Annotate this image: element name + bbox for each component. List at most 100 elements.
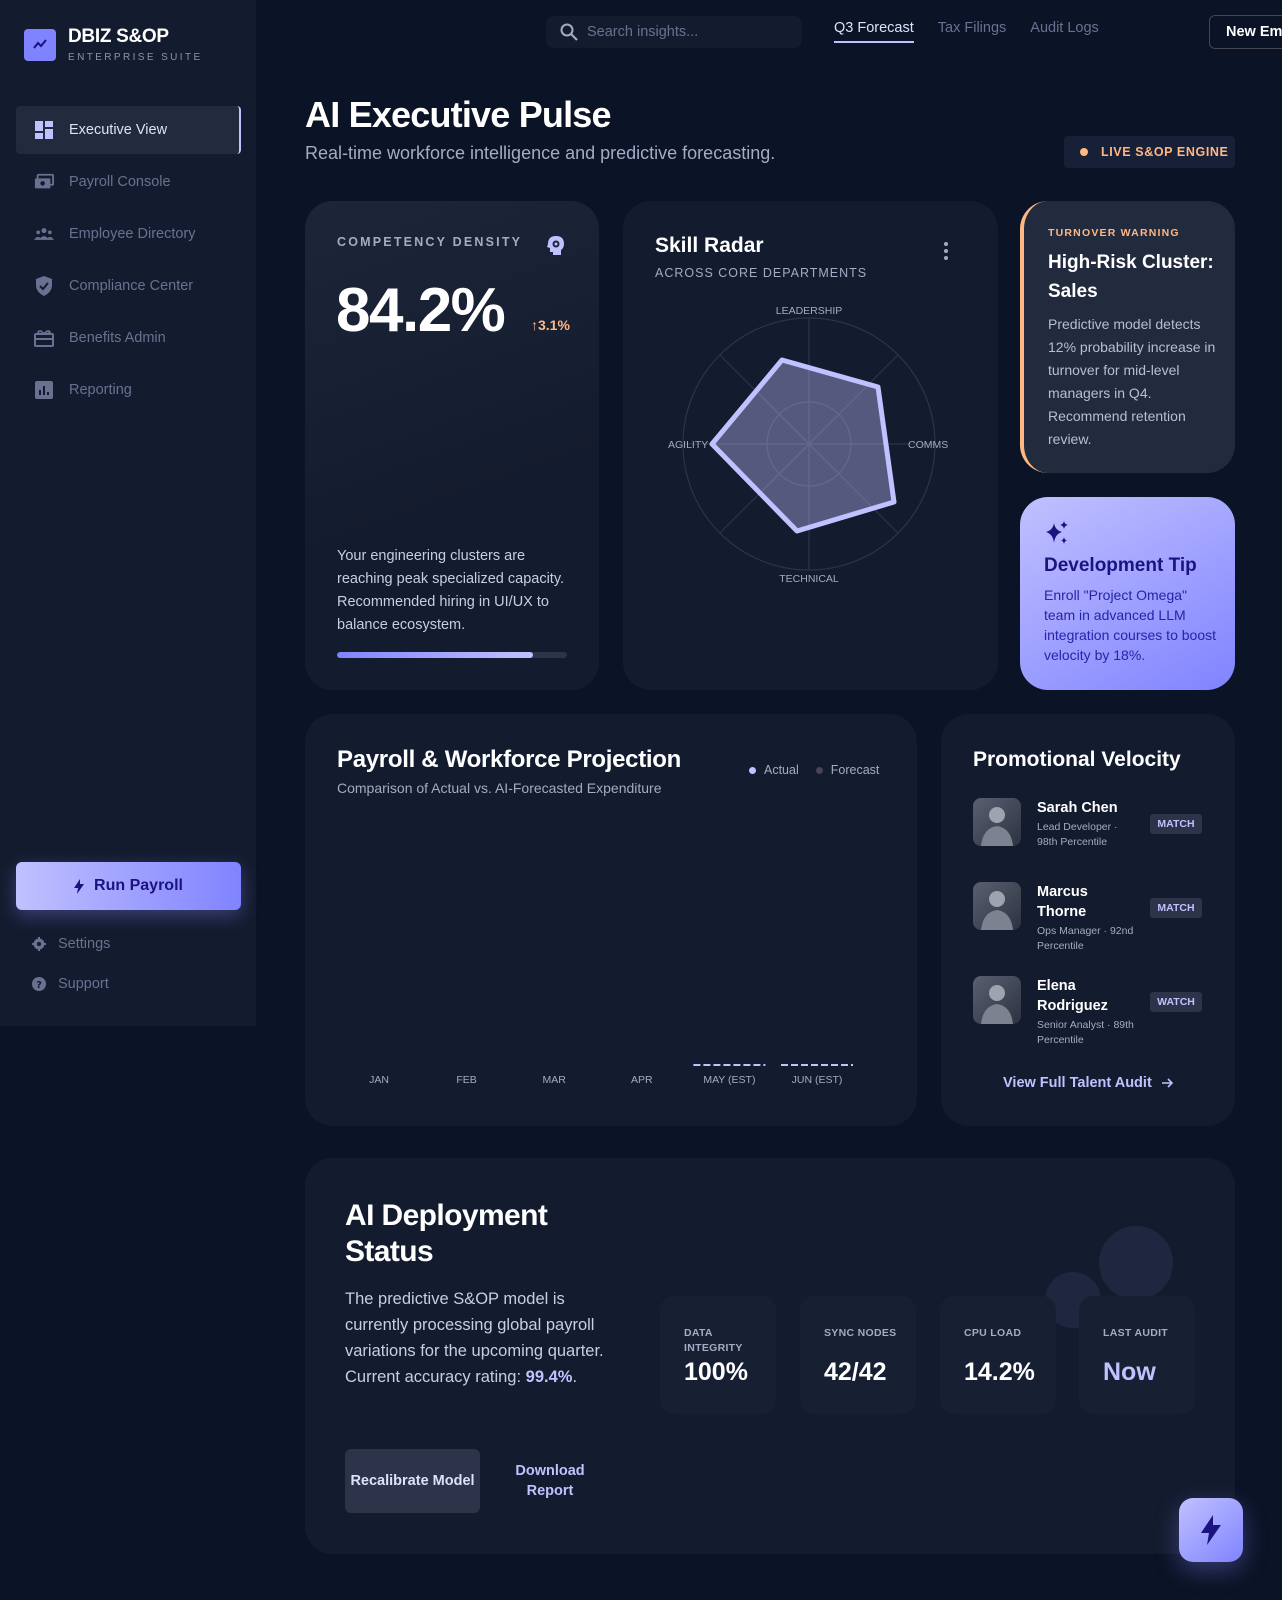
stat-label: DATA INTEGRITY — [684, 1327, 743, 1354]
x-tick-label: MAR — [543, 1074, 567, 1086]
page-subtitle: Real-time workforce intelligence and pre… — [305, 143, 776, 163]
recalibrate-model-button[interactable]: Recalibrate Model — [345, 1449, 480, 1513]
sidebar-item-reporting[interactable]: Reporting — [16, 366, 241, 414]
radar-axis-label: TECHNICAL — [779, 573, 839, 585]
sidebar-item-payroll-console[interactable]: Payroll Console — [16, 158, 241, 206]
bar-chart-icon — [24, 28, 56, 61]
gift-icon — [34, 328, 54, 348]
skill-radar-card: Skill Radar ACROSS CORE DEPARTMENTS LEAD… — [623, 201, 998, 690]
x-tick-label: MAY (EST) — [703, 1074, 755, 1086]
search-icon — [560, 23, 578, 41]
avatar — [973, 976, 1021, 1024]
decorative-circle — [1099, 1226, 1173, 1300]
promotional-velocity-card: Promotional Velocity Sarah Chen Lead Dev… — [941, 714, 1235, 1126]
promo-title: Promotional Velocity — [973, 748, 1181, 771]
radar-chart: LEADERSHIP COMMS TECHNICAL AGILITY — [668, 305, 948, 585]
sidebar-item-compliance-center[interactable]: Compliance Center — [16, 262, 241, 310]
sidebar-item-label: Compliance Center — [69, 278, 194, 294]
radar-skill-polygon — [709, 357, 897, 534]
support-label: Support — [58, 976, 109, 992]
tip-text: Enroll "Project Omega" team in advanced … — [1044, 587, 1216, 663]
ai-deployment-card: AI Deployment Status The predictive S&OP… — [305, 1158, 1235, 1554]
settings-link[interactable]: Settings — [32, 936, 110, 952]
gear-icon — [32, 937, 46, 951]
x-tick-label: FEB — [456, 1074, 476, 1086]
tab-audit-logs[interactable]: Audit Logs — [1030, 20, 1099, 43]
sidebar: DBIZ S&OP ENTERPRISE SUITE Executive Vie… — [0, 0, 256, 1026]
brand-name: DBIZ S&OP — [68, 26, 169, 47]
x-tick-label: JUN (EST) — [792, 1074, 843, 1086]
deployment-text: The predictive S&OP model is currently p… — [345, 1286, 620, 1390]
radar-axis-label: COMMS — [908, 439, 948, 451]
tip-title: Development Tip — [1044, 555, 1197, 576]
sidebar-item-executive-view[interactable]: Executive View — [16, 106, 241, 154]
deployment-title: AI Deployment Status — [345, 1199, 548, 1268]
status-badge: MATCH — [1150, 814, 1202, 834]
radar-axis-label: LEADERSHIP — [776, 305, 843, 317]
person-name: Elena Rodriguez — [1037, 978, 1108, 1014]
turnover-warning-card: TURNOVER WARNING High-Risk Cluster: Sale… — [1020, 201, 1235, 473]
payroll-projection-card: Payroll & Workforce Projection Compariso… — [305, 714, 917, 1126]
arrow-up-icon: ↑ — [531, 317, 538, 333]
accuracy-value: 99.4% — [525, 1368, 573, 1386]
brand[interactable]: DBIZ S&OP ENTERPRISE SUITE — [24, 26, 203, 63]
turnover-text: Predictive model detects 12% probability… — [1048, 316, 1216, 447]
sidebar-item-employee-directory[interactable]: Employee Directory — [16, 210, 241, 258]
person-role: Lead Developer · 98th Percentile — [1037, 821, 1118, 848]
download-report-button[interactable]: Download Report — [500, 1449, 600, 1513]
sidebar-item-label: Employee Directory — [69, 226, 196, 242]
x-tick-label: APR — [631, 1074, 653, 1086]
sparkle-icon — [1044, 521, 1070, 547]
person-role: Senior Analyst · 89th Percentile — [1037, 1019, 1134, 1046]
x-tick-label: JAN — [369, 1074, 389, 1086]
sidebar-item-label: Reporting — [69, 382, 132, 398]
sidebar-item-label: Payroll Console — [69, 174, 171, 190]
stat-value: 42/42 — [824, 1358, 887, 1386]
deployment-text-end: . — [572, 1368, 578, 1386]
quick-action-button[interactable] — [1179, 1498, 1243, 1562]
bolt-icon — [74, 878, 85, 894]
search-input[interactable]: Search insights... — [546, 16, 802, 48]
competency-label: COMPETENCY DENSITY — [337, 235, 523, 249]
live-engine-label: LIVE S&OP ENGINE — [1101, 145, 1229, 159]
top-bar: Search insights... Q3 Forecast Tax Filin… — [256, 0, 1282, 64]
stat-cpu-load: CPU LOAD 14.2% — [940, 1296, 1056, 1414]
stat-last-audit: LAST AUDIT Now — [1079, 1296, 1195, 1414]
top-tabs: Q3 Forecast Tax Filings Audit Logs — [834, 20, 1123, 43]
help-icon: ? — [32, 977, 46, 991]
search-placeholder: Search insights... — [587, 24, 699, 40]
competency-value: 84.2% — [336, 276, 506, 345]
sidebar-item-benefits-admin[interactable]: Benefits Admin — [16, 314, 241, 362]
brand-subtitle: ENTERPRISE SUITE — [68, 52, 203, 63]
tab-q3-forecast[interactable]: Q3 Forecast — [834, 20, 914, 43]
run-payroll-button[interactable]: Run Payroll — [16, 862, 241, 910]
psychology-icon — [545, 234, 567, 256]
turnover-title: High-Risk Cluster: Sales — [1048, 252, 1214, 302]
arrow-right-icon — [1161, 1077, 1174, 1089]
live-engine-badge: LIVE S&OP ENGINE — [1064, 136, 1235, 168]
svg-text:?: ? — [36, 980, 42, 991]
status-badge: MATCH — [1150, 898, 1202, 918]
audit-link-label: View Full Talent Audit — [1003, 1075, 1152, 1091]
settings-label: Settings — [58, 936, 111, 952]
stat-value: Now — [1103, 1358, 1156, 1386]
run-payroll-label: Run Payroll — [94, 877, 183, 894]
turnover-label: TURNOVER WARNING — [1048, 227, 1180, 239]
payments-icon — [34, 172, 54, 192]
support-link[interactable]: ? Support — [32, 976, 109, 992]
person-name: Marcus Thorne — [1037, 884, 1088, 920]
payroll-chart: JAN FEB MAR APR MAY (EST) JUN (EST) — [369, 1064, 853, 1086]
view-talent-audit-link[interactable]: View Full Talent Audit — [1003, 1075, 1174, 1091]
tab-tax-filings[interactable]: Tax Filings — [938, 20, 1007, 43]
groups-icon — [34, 224, 54, 244]
development-tip-card: Development Tip Enroll "Project Omega" t… — [1020, 497, 1235, 690]
status-dot — [1080, 148, 1088, 156]
stat-label: LAST AUDIT — [1103, 1327, 1169, 1339]
status-badge: WATCH — [1150, 992, 1202, 1012]
competency-text: Your engineering clusters are reaching p… — [337, 548, 565, 633]
avatar — [973, 882, 1021, 930]
radar-axis-label: AGILITY — [668, 439, 708, 451]
new-employee-button[interactable]: New Em — [1209, 15, 1282, 49]
stat-sync-nodes: SYNC NODES 42/42 — [800, 1296, 916, 1414]
competency-density-card: COMPETENCY DENSITY 84.2% ↑3.1% Your engi… — [305, 201, 599, 690]
